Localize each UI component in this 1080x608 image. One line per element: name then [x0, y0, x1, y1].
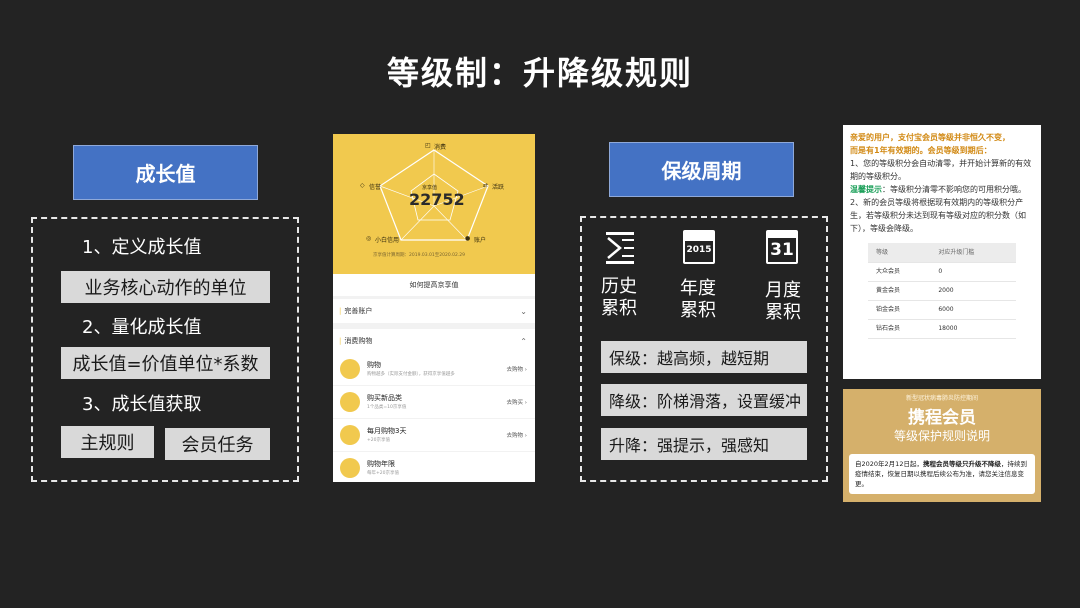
shopping-label: 消费购物 — [344, 337, 373, 345]
core-action-unit-box: 业务核心动作的单位 — [61, 271, 270, 303]
history-icon — [606, 232, 634, 264]
item-action[interactable]: 去购买 › — [507, 398, 527, 406]
slide-title: 等级制：升降级规则 — [386, 54, 693, 92]
growth-formula-box: 成长值=价值单位*系数 — [61, 347, 270, 379]
obtain-growth-label: 3、成长值获取 — [82, 394, 202, 415]
table-cell: 钻石会员 — [868, 319, 931, 339]
downgrade-rule-box: 降级：阶梯滑落，设置缓冲 — [601, 384, 807, 416]
list-item[interactable]: 购物年限 每年+20京享值 — [333, 452, 535, 482]
consume-label: 消费 — [434, 144, 447, 151]
table-cell: 0 — [930, 262, 1016, 282]
account-label: 账户 — [474, 237, 487, 244]
calendar-31-icon: 31 — [766, 230, 798, 264]
slide: 等级制：升降级规则 成长值 1、定义成长值 业务核心动作的单位 2、量化成长值 … — [0, 0, 1080, 608]
table-header-row: 等级 对应升级门槛 — [868, 243, 1016, 263]
ctrip-text-b: 携程会员等级只升级不降级 — [922, 460, 1001, 468]
calendar-year: 2015 — [686, 245, 712, 255]
table-row: 大众会员 0 — [868, 262, 1016, 282]
ctrip-text-a: 自2020年2月12日起， — [855, 460, 923, 468]
table-header: 对应升级门槛 — [930, 243, 1016, 263]
notice-tip-text: ：等级积分清零不影响您的可用积分哦。 — [882, 185, 1026, 194]
table-cell: 2000 — [930, 281, 1016, 301]
table-row: 钻石会员 18000 — [868, 319, 1016, 339]
item-title: 购买新品类 — [367, 394, 402, 402]
table-cell: 黄金会员 — [868, 281, 931, 301]
ctrip-notice: 新型冠状病毒肺炎防控期间 携程会员 等级保护规则说明 自2020年2月12日起，… — [843, 389, 1041, 502]
complete-account-label: 完善账户 — [344, 307, 373, 315]
active-icon: ⇄ — [483, 182, 489, 189]
item-title: 购物 — [367, 361, 381, 369]
history-accumulate-label: 历史 累积 — [601, 276, 637, 319]
item-action-label: 去购物 — [506, 433, 524, 439]
chevron-down-icon: ⌄ — [520, 306, 527, 316]
item-desc: 购物越多（实际支付金额），获得京享值越多 — [367, 372, 455, 377]
account-icon: ● — [465, 235, 471, 242]
active-label: 活跃 — [492, 184, 505, 191]
item-action-label: 去购买 — [506, 400, 524, 406]
notice-line1: 亲爱的用户，支付宝会员等级并非恒久不变， — [850, 133, 1010, 142]
baitiao-icon: ◎ — [366, 235, 372, 242]
table-cell: 18000 — [930, 319, 1016, 339]
item-desc: 1个品类=10京享值 — [367, 405, 407, 410]
notice-point1: 1、您的等级积分会自动清零，并开始计算新的有效期的等级积分。 — [850, 159, 1032, 181]
member-task-box: 会员任务 — [165, 428, 270, 460]
notice-tip-label: 温馨提示 — [850, 185, 882, 194]
notice-point2: 2、新的会员等级将根据现有效期内的等级积分产生，若等级积分未达到现有等级对应的积… — [850, 198, 1026, 233]
shopping-row[interactable]: | 消费购物 ⌃ — [333, 329, 535, 353]
jd-value-panel: ◰ 消费 ◇ 信誉 ⇄ 活跃 ◎ 小白信用 ● 账户 京享值 22752 京享值… — [333, 134, 535, 274]
jd-value-period: 京享值计算周期：2019.03.01至2020.02.29 — [373, 253, 466, 258]
chevron-up-icon: ⌃ — [520, 336, 527, 346]
retention-rule-box: 保级：越高频，越短期 — [601, 341, 807, 373]
table-cell: 铂金会员 — [868, 300, 931, 320]
jd-app-screenshot: ◰ 消费 ◇ 信誉 ⇄ 活跃 ◎ 小白信用 ● 账户 京享值 22752 京享值… — [333, 134, 535, 482]
quantify-growth-label: 2、量化成长值 — [82, 317, 202, 338]
category-icon — [340, 392, 360, 412]
main-rule-box: 主规则 — [61, 426, 154, 458]
calendar-icon — [340, 425, 360, 445]
item-action[interactable]: 去购物 › — [507, 431, 527, 439]
ctrip-subtitle: 新型冠状病毒肺炎防控期间 — [905, 395, 978, 402]
yearly-accumulate-label: 年度 累积 — [680, 278, 716, 321]
calendar-2015-icon: 2015 — [683, 230, 715, 264]
item-desc: 每年+20京享值 — [367, 471, 399, 476]
cart-icon — [340, 359, 360, 379]
ctrip-subtitle2: 等级保护规则说明 — [893, 429, 990, 443]
upgrade-downgrade-rule-box: 升降：强提示，强感知 — [601, 428, 807, 460]
growth-value-header: 成长值 — [73, 145, 258, 200]
monthly-accumulate-label: 月度 累积 — [765, 280, 801, 323]
complete-account-row[interactable]: | 完善账户 ⌄ — [333, 299, 535, 323]
table-row: 黄金会员 2000 — [868, 281, 1016, 301]
level-threshold-table: 等级 对应升级门槛 大众会员 0 黄金会员 2000 铂金会员 6000 钻石会员 18… — [868, 243, 1016, 339]
table-row: 铂金会员 6000 — [868, 300, 1016, 320]
alipay-notice: 亲爱的用户，支付宝会员等级并非恒久不变， 而是有1年有效期的。会员等级到期后： … — [843, 125, 1041, 379]
list-item[interactable]: 购物 购物越多（实际支付金额），获得京享值越多 去购物 › — [333, 353, 535, 385]
item-action[interactable]: 去购物 › — [507, 365, 527, 373]
how-to-improve-button[interactable]: 如何提高京享值 — [333, 274, 535, 296]
ctrip-title: 携程会员 — [908, 408, 976, 428]
notice-line2: 而是有1年有效期的。会员等级到期后： — [850, 146, 992, 155]
years-icon — [340, 458, 360, 478]
item-title: 每月购物3天 — [367, 427, 407, 435]
notice-tip: 温馨提示：等级积分清零不影响您的可用积分哦。 — [850, 183, 1034, 196]
item-action-label: 去购物 — [506, 367, 524, 373]
credit-icon: ◇ — [360, 182, 365, 189]
consume-icon: ◰ — [425, 142, 431, 149]
baitiao-label: 小白信用 — [375, 237, 400, 244]
list-item[interactable]: 购买新品类 1个品类=10京享值 去购买 › — [333, 386, 535, 418]
table-cell: 大众会员 — [868, 262, 931, 282]
table-cell: 6000 — [930, 300, 1016, 320]
list-item[interactable]: 每月购物3天 +20京享值 去购物 › — [333, 419, 535, 451]
define-growth-label: 1、定义成长值 — [82, 237, 202, 258]
jd-value-number: 22752 — [409, 190, 465, 209]
calendar-day: 31 — [770, 240, 794, 260]
credit-label: 信誉 — [369, 184, 382, 191]
item-title: 购物年限 — [367, 460, 395, 468]
item-desc: +20京享值 — [367, 438, 390, 443]
ctrip-notice-text: 自2020年2月12日起，携程会员等级只升级不降级，持续到疫情结束，恢复日期以携… — [849, 454, 1035, 494]
retention-period-header: 保级周期 — [609, 142, 794, 197]
table-header: 等级 — [868, 243, 931, 263]
